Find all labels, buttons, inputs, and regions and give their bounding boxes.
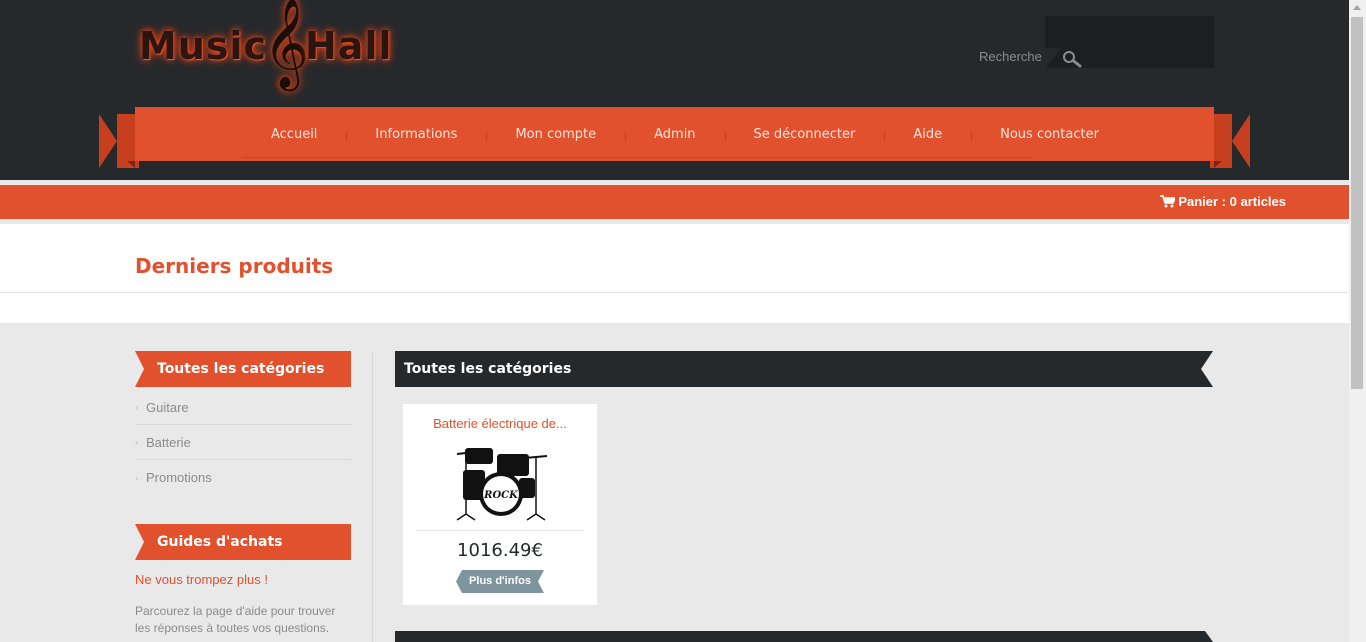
scroll-thumb[interactable] <box>1351 17 1363 389</box>
category-item-guitare[interactable]: › Guitare <box>135 390 351 425</box>
category-label: Guitare <box>146 399 189 415</box>
guides-heading: Guides d'achats <box>135 524 351 560</box>
category-label: Promotions <box>146 470 212 485</box>
search-label: Recherche <box>979 49 1042 64</box>
cart-bar: Panier : 0 articles <box>0 185 1349 219</box>
site-header: Music 𝄞 Hall Recherche Accueil Informati… <box>0 0 1349 180</box>
ribbon-tail-right <box>1210 114 1250 168</box>
shopping-cart-icon <box>1160 195 1176 208</box>
nav-item-mon-compte[interactable]: Mon compte <box>486 127 625 142</box>
product-price: 1016.49€ <box>457 540 543 561</box>
search-icon[interactable] <box>1062 50 1082 68</box>
product-card: Batterie électrique de... ROCK 1016.49€ … <box>403 404 597 605</box>
section-heading: Toutes les catégories <box>395 351 1213 387</box>
cart-link[interactable]: Panier : 0 articles <box>1160 194 1286 209</box>
ribbon-tail-left <box>99 114 139 168</box>
nav-item-admin[interactable]: Admin <box>625 127 724 142</box>
nav-item-aide[interactable]: Aide <box>884 127 971 142</box>
nav-item-se-deconnecter[interactable]: Se déconnecter <box>724 127 885 142</box>
search-input[interactable] <box>1090 44 1210 64</box>
card-divider <box>416 530 584 531</box>
guides-link[interactable]: Ne vous trompez plus ! <box>135 572 268 587</box>
main-nav: Accueil Informations Mon compte Admin Se… <box>135 107 1214 161</box>
product-title[interactable]: Batterie électrique de... <box>403 416 597 431</box>
category-item-batterie[interactable]: › Batterie <box>135 425 351 460</box>
ribbon-fold-right <box>1214 161 1222 168</box>
drum-kit-image[interactable]: ROCK <box>453 442 549 522</box>
guides-text: Parcourez la page d'aide pour trouver le… <box>135 604 336 635</box>
drum-head-text: ROCK <box>483 490 519 501</box>
category-label: Batterie <box>146 434 191 450</box>
scrollbar[interactable] <box>1349 0 1366 642</box>
chevron-right-icon: › <box>135 437 138 447</box>
nav-item-nous-contacter[interactable]: Nous contacter <box>971 127 1128 142</box>
logo-text-right: Hall <box>305 24 393 68</box>
ribbon-fold-left <box>127 161 135 168</box>
logo[interactable]: Music 𝄞 Hall <box>135 0 392 88</box>
logo-text-left: Music <box>139 24 268 68</box>
category-item-promotions[interactable]: › Promotions <box>135 460 351 495</box>
category-list: › Guitare › Batterie › Promotions <box>135 390 351 495</box>
column-divider <box>372 351 373 642</box>
chevron-right-icon: › <box>135 472 138 483</box>
nav-item-informations[interactable]: Informations <box>346 127 486 142</box>
categories-heading: Toutes les catégories <box>135 351 351 387</box>
chevron-right-icon: › <box>135 402 138 412</box>
cart-label: Panier : 0 articles <box>1178 194 1286 209</box>
page-title: Derniers produits <box>135 254 334 278</box>
scroll-up-arrow-icon[interactable] <box>1353 5 1361 10</box>
nav-item-accueil[interactable]: Accueil <box>242 127 346 142</box>
title-divider <box>0 292 1349 293</box>
more-info-button[interactable]: Plus d'infos <box>456 570 544 593</box>
search-notch <box>1045 48 1061 68</box>
nav-underline <box>242 157 1032 158</box>
treble-clef-icon: 𝄞 <box>263 0 310 88</box>
next-section-heading <box>395 631 1213 642</box>
